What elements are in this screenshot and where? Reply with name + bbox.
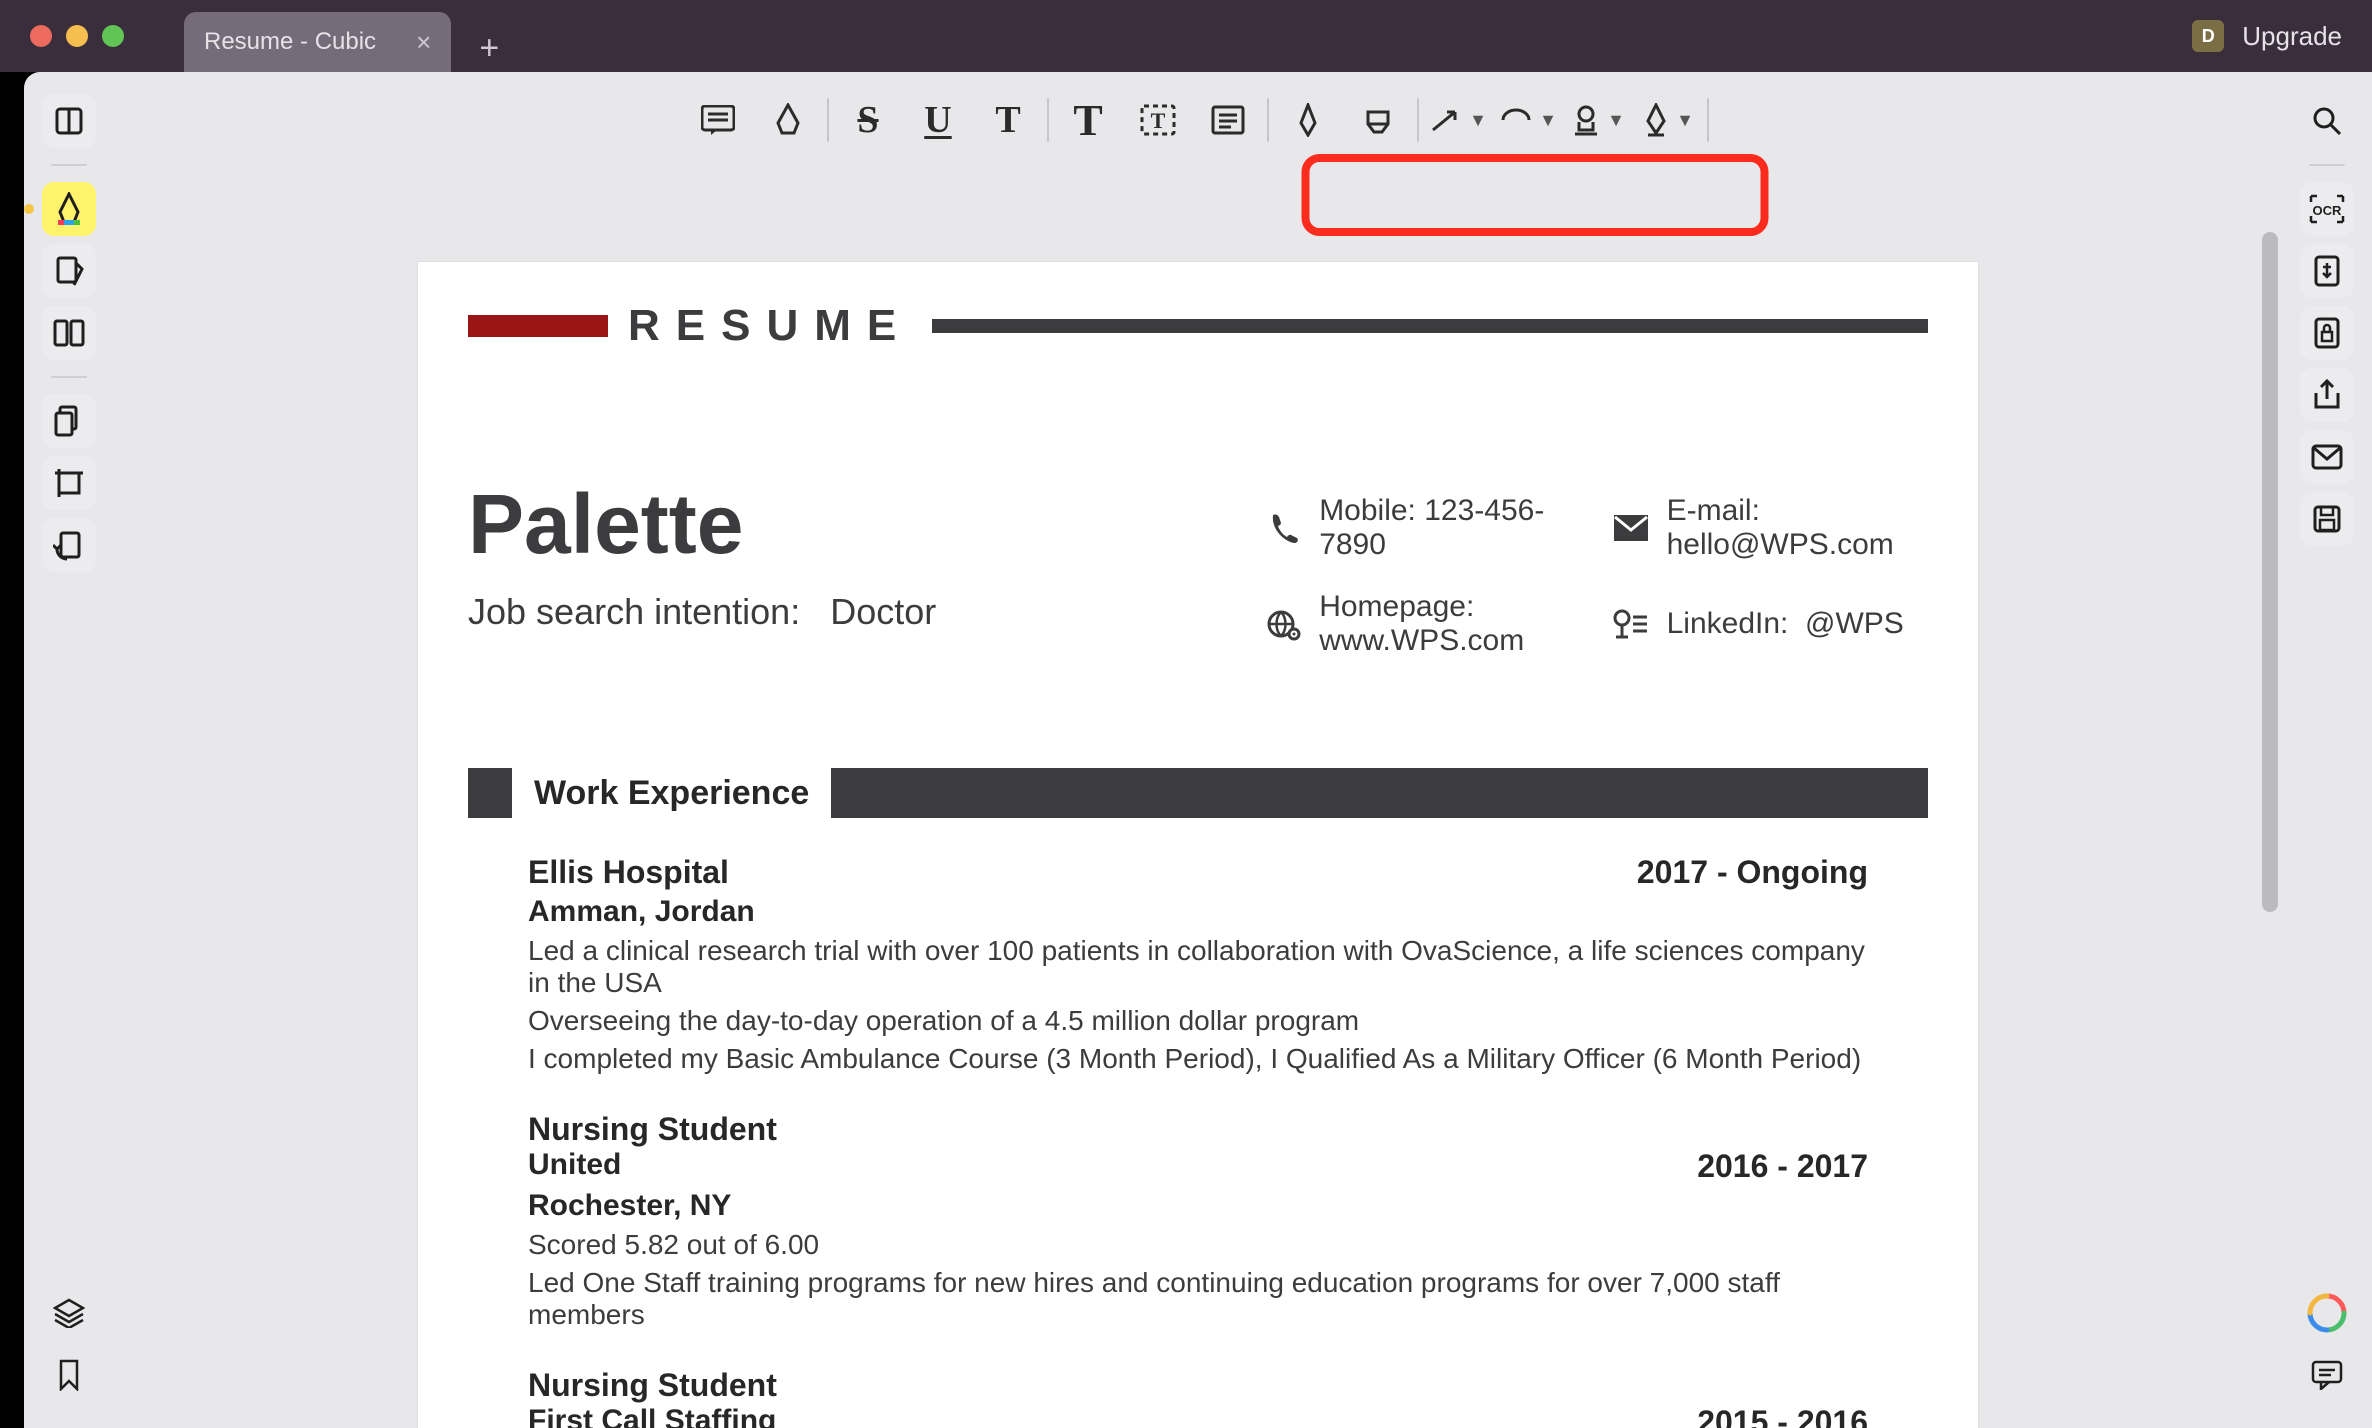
eraser-icon[interactable] [1343,94,1413,146]
work-experience-entry: Ellis Hospital 2017 - Ongoing Amman, Jor… [528,854,1868,1075]
banner-title: RESUME [608,301,932,351]
tab-resume[interactable]: Resume - Cubic × [184,12,451,72]
arrow-shape-icon[interactable]: ▼ [1423,94,1493,146]
job-location: Amman, Jordan [528,895,1868,929]
toolbar-separator [827,98,829,142]
left-rail [24,72,114,1428]
signature-icon[interactable]: ▼ [1633,94,1703,146]
globe-icon [1267,607,1301,641]
job-subtitle: First Call Staffing [528,1404,776,1428]
linkedin-icon [1613,609,1649,639]
tab-title: Resume - Cubic [204,28,376,56]
layers-icon[interactable] [42,1286,96,1340]
annotation-toolbar: S U T T T ▼ ▼ [683,82,1713,158]
job-title: Nursing Student [528,1111,777,1148]
new-tab-button[interactable]: + [465,24,513,72]
strikethrough-icon[interactable]: S [833,94,903,146]
work-experience-entry: Nursing Student United 2016 - 2017 Roche… [528,1111,1868,1331]
titlebar: Resume - Cubic × + D Upgrade [0,0,2372,72]
resume-header: Palette Job search intention: Doctor Mob… [468,476,1928,658]
annotate-icon[interactable] [42,244,96,298]
protect-pdf-icon[interactable] [2300,306,2354,360]
save-icon[interactable] [2300,492,2354,546]
contact-mobile: Mobile: 123-456-7890 [1267,494,1582,562]
job-dates: 2016 - 2017 [1697,1148,1868,1185]
email-icon[interactable] [2300,430,2354,484]
tab-strip: Resume - Cubic × + [184,0,513,72]
close-window-button[interactable] [30,25,52,47]
rail-divider [51,376,87,378]
share-icon[interactable] [2300,368,2354,422]
highlighter-icon[interactable] [42,182,96,236]
rail-divider [51,164,87,166]
app-window: S U T T T ▼ ▼ [24,72,2372,1428]
active-tool-indicator [24,204,34,214]
job-bullet: I completed my Basic Ambulance Course (3… [528,1043,1868,1075]
phone-icon [1267,511,1301,545]
text-tool-icon[interactable]: T [1053,94,1123,146]
stamp-icon[interactable]: ▼ [1563,94,1633,146]
text-style-icon[interactable]: T [973,94,1043,146]
bookmark-icon[interactable] [42,1348,96,1402]
job-bullet: Scored 5.82 out of 6.00 [528,1229,1868,1261]
svg-text:T: T [1151,108,1166,133]
toolbar-separator [1707,98,1709,142]
toolbar-separator [1047,98,1049,142]
job-title: Ellis Hospital [528,854,729,891]
note-icon[interactable] [683,94,753,146]
job-bullet: Overseeing the day-to-day operation of a… [528,1005,1868,1037]
toolbar-separator [1417,98,1419,142]
compare-icon[interactable] [42,306,96,360]
work-experience-entry: Nursing Student First Call Staffing 2015… [528,1367,1868,1428]
toolbar-separator [1267,98,1269,142]
banner-rule [932,319,1928,333]
right-rail: OCR [2282,72,2372,1428]
contact-homepage: Homepage: www.WPS.com [1267,590,1582,658]
convert-pdf-icon[interactable] [2300,244,2354,298]
pen-icon[interactable] [1273,94,1343,146]
upgrade-button[interactable]: Upgrade [2242,21,2342,52]
text-box-icon[interactable]: T [1123,94,1193,146]
window-controls [0,25,124,47]
underline-icon[interactable]: U [903,94,973,146]
mail-icon [1613,514,1649,542]
section-bar: Work Experience [468,768,1928,818]
job-title: Nursing Student [528,1367,777,1404]
maximize-window-button[interactable] [102,25,124,47]
search-icon[interactable] [2300,94,2354,148]
account-avatar[interactable]: D [2192,20,2224,52]
contact-email: E-mail: hello@WPS.com [1613,494,1928,562]
wps-logo-icon[interactable] [2300,1286,2354,1340]
section-title: Work Experience [512,768,831,818]
alignment-icon[interactable] [1193,94,1263,146]
banner-accent-bar [468,315,608,337]
job-dates: 2017 - Ongoing [1637,854,1868,891]
comment-icon[interactable] [2300,1348,2354,1402]
rotate-page-icon[interactable] [42,518,96,572]
applicant-name: Palette [468,476,1227,573]
ellipse-shape-icon[interactable]: ▼ [1493,94,1563,146]
crop-page-icon[interactable] [42,456,96,510]
job-bullet: Led a clinical research trial with over … [528,935,1868,999]
reading-mode-icon[interactable] [42,94,96,148]
document-canvas: RESUME Palette Job search intention: Doc… [114,172,2282,1428]
minimize-window-button[interactable] [66,25,88,47]
marker-icon[interactable] [753,94,823,146]
document-page: RESUME Palette Job search intention: Doc… [418,262,1978,1428]
job-location: Rochester, NY [528,1189,1868,1223]
job-intention: Job search intention: Doctor [468,591,1227,633]
extract-pages-icon[interactable] [42,394,96,448]
close-tab-button[interactable]: × [416,27,431,58]
job-subtitle: United [528,1148,621,1185]
resume-banner: RESUME [468,306,1928,346]
job-bullet: Led One Staff training programs for new … [528,1267,1868,1331]
job-dates: 2015 - 2016 [1697,1404,1868,1428]
ocr-icon[interactable]: OCR [2300,182,2354,236]
rail-divider [2309,164,2345,166]
contact-linkedin: LinkedIn: @WPS [1613,590,1928,658]
svg-text:OCR: OCR [2313,203,2343,218]
